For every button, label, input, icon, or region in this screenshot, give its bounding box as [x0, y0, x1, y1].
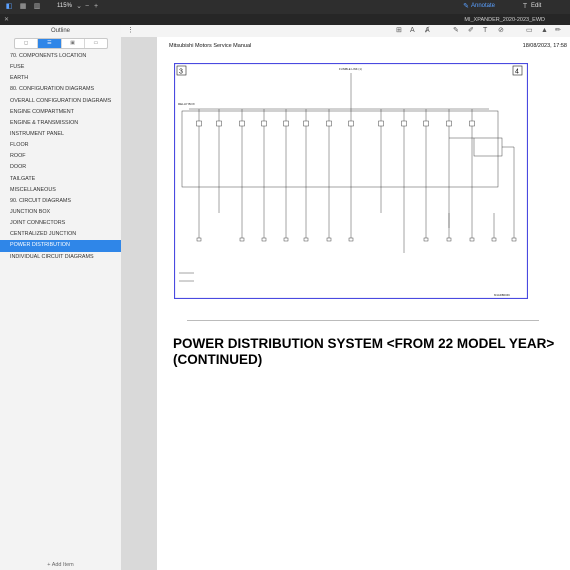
pen-icon[interactable]: ✎	[453, 27, 459, 35]
thumbnails-icon: ◻	[24, 40, 29, 46]
signature-icon[interactable]: ▲	[541, 27, 548, 35]
bookmarks-tab[interactable]: ▣	[62, 39, 85, 48]
outline-item[interactable]: EARTH	[0, 73, 121, 84]
notes-tab[interactable]: ▭	[85, 39, 107, 48]
image-icon: ▣	[70, 40, 75, 46]
outline-item[interactable]: TAILGATE	[0, 174, 121, 185]
outline-item[interactable]: FLOOR	[0, 140, 121, 151]
shapes-icon[interactable]: ⊘	[498, 27, 504, 35]
wiring-diagram: 3 4 FUSIBLE LINK (1) RELAY BOX M1ADB0046	[174, 63, 528, 299]
sidebar-toggle-icon[interactable]: ◧	[5, 3, 13, 11]
highlighter-icon[interactable]: ✐	[468, 27, 474, 35]
outline-item[interactable]: JUNCTION BOX	[0, 207, 121, 218]
outline-item[interactable]: DOOR	[0, 162, 121, 173]
sidebar-collapse-handle-icon[interactable]: ⋮	[127, 27, 134, 35]
outline-item[interactable]: ROOF	[0, 151, 121, 162]
page-header-right: 18/08/2023, 17:58	[522, 43, 567, 49]
edit-button[interactable]: Edit	[531, 3, 541, 9]
page-gutter	[121, 37, 157, 570]
outline-item[interactable]: CENTRALIZED JUNCTION	[0, 229, 121, 240]
page-header-left: Mitsubishi Motors Service Manual	[169, 43, 252, 49]
section-divider	[187, 320, 539, 321]
outline-item[interactable]: 70. COMPONENTS LOCATION	[0, 51, 121, 62]
zoom-level[interactable]: 115%	[57, 3, 72, 9]
document-titlebar: ✕ MI_XPANDER_2020-2023_EWD	[0, 14, 570, 25]
corner-label-right: 4	[515, 69, 519, 76]
outline-item[interactable]: INDIVIDUAL CIRCUIT DIAGRAMS	[0, 252, 121, 263]
outline-item[interactable]: 80. CONFIGURATION DIAGRAMS	[0, 84, 121, 95]
note-icon: ▭	[93, 40, 99, 46]
sidebar-view-switcher: ◻ ☰ ▣ ▭	[14, 38, 108, 49]
zoom-in-icon[interactable]: +	[92, 3, 100, 11]
add-item-button[interactable]: + Add Item	[0, 562, 121, 568]
relay-box-label: RELAY BOX	[178, 102, 195, 106]
zoom-dropdown-icon[interactable]: ⌄	[75, 3, 83, 11]
thumbnails-tab[interactable]: ◻	[15, 39, 39, 48]
edit-pencil-icon[interactable]: ✏	[555, 27, 561, 35]
corner-label-left: 3	[179, 69, 183, 76]
app-toolbar: ◧ ▦ ▥ 115% ⌄ − + ✎ Annotate T Edit	[0, 0, 570, 14]
outline-sidebar: Outline ◻ ☰ ▣ ▭ 70. COMPONENTS LOCATION F…	[0, 25, 122, 570]
outline-list: 70. COMPONENTS LOCATION FUSE EARTH 80. CONF…	[0, 51, 121, 263]
annotate-button[interactable]: Annotate	[471, 3, 495, 9]
outline-item[interactable]: FUSE	[0, 62, 121, 73]
annotate-icon: ✎	[463, 3, 469, 10]
outline-item[interactable]: POWER DISTRIBUTION	[0, 240, 121, 252]
text-style-icon[interactable]: A	[410, 27, 415, 35]
outline-item[interactable]: ENGINE COMPARTMENT	[0, 107, 121, 118]
page-section-heading: POWER DISTRIBUTION SYSTEM <FROM 22 MODEL…	[173, 336, 555, 367]
outline-item[interactable]: OVERALL CONFIGURATION DIAGRAMS	[0, 96, 121, 107]
grid-view-icon[interactable]: ▦	[19, 3, 27, 11]
text-selection-icon[interactable]: ⊞	[396, 27, 402, 35]
two-page-icon[interactable]: ▥	[33, 3, 41, 11]
close-icon[interactable]: ✕	[4, 16, 9, 23]
outline-item[interactable]: 90. CIRCUIT DIAGRAMS	[0, 196, 121, 207]
file-name: MI_XPANDER_2020-2023_EWD	[464, 16, 545, 23]
outline-tab[interactable]: ☰	[38, 39, 62, 48]
text-strike-icon[interactable]: Ⱥ	[425, 27, 430, 35]
list-icon: ☰	[47, 40, 52, 46]
diagram-code: M1ADB0046	[494, 293, 510, 297]
comment-icon[interactable]: ▭	[526, 27, 533, 35]
outline-item[interactable]: MISCELLANEOUS	[0, 185, 121, 196]
text-box-icon[interactable]: T	[483, 27, 487, 35]
fusible-link-label: FUSIBLE LINK (1)	[339, 67, 362, 71]
text-edit-icon: T	[522, 3, 528, 10]
outline-title: Outline	[50, 28, 70, 34]
zoom-out-icon[interactable]: −	[83, 3, 91, 11]
outline-item[interactable]: ENGINE & TRANSMISSION	[0, 118, 121, 129]
document-page: Mitsubishi Motors Service Manual 18/08/2…	[157, 37, 570, 570]
outline-item[interactable]: INSTRUMENT PANEL	[0, 129, 121, 140]
outline-item[interactable]: JOINT CONNECTORS	[0, 218, 121, 229]
